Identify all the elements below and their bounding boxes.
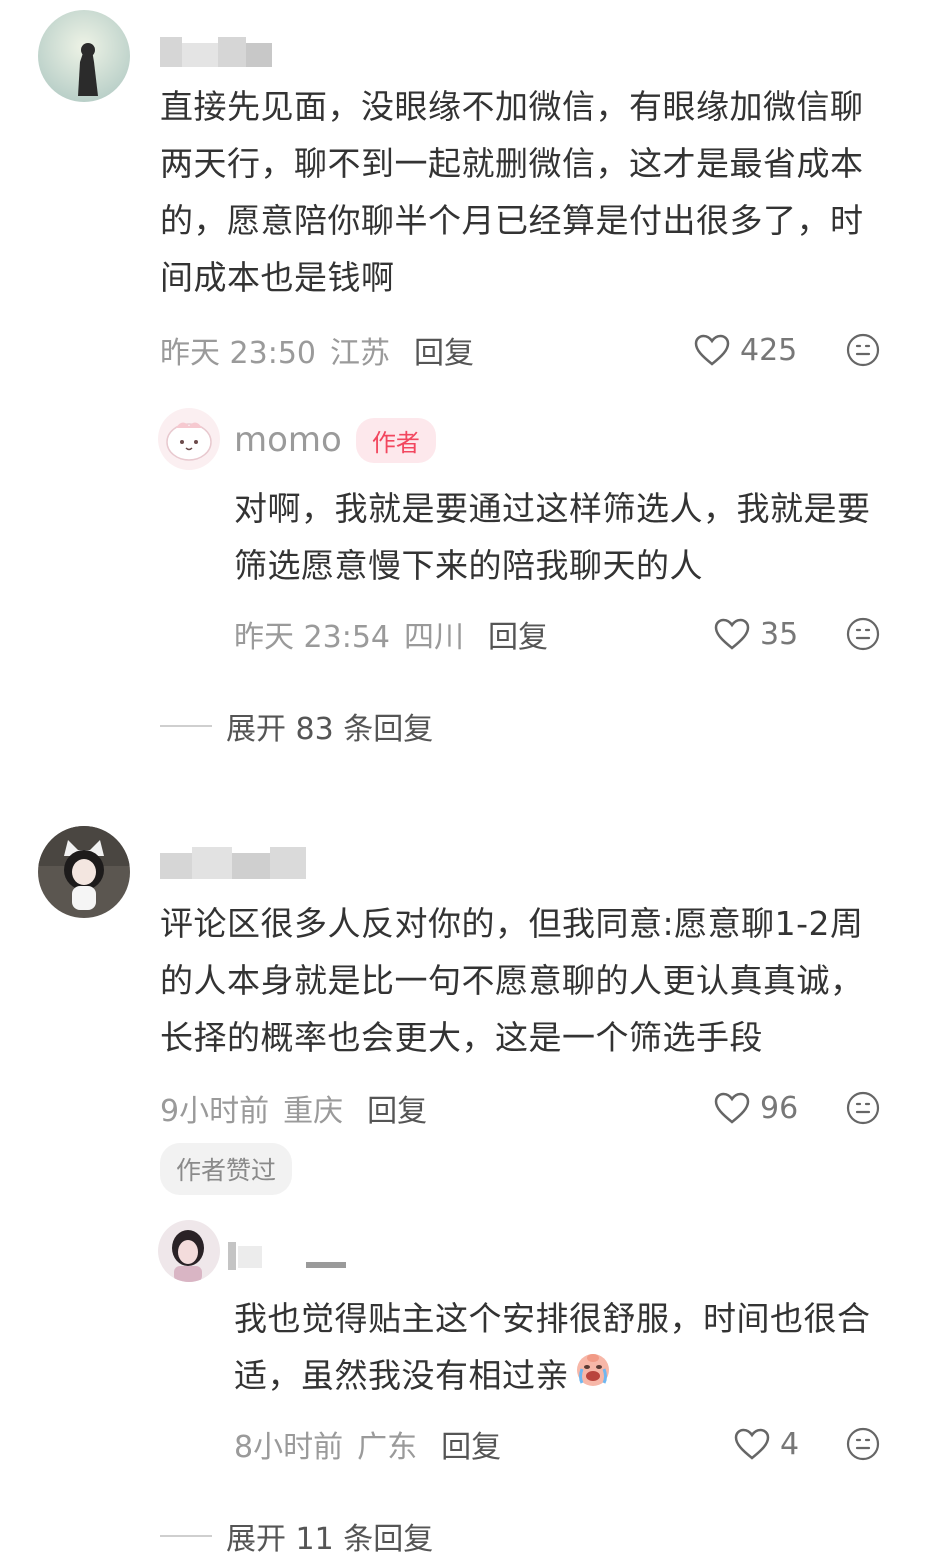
reply-1-emoji-button[interactable] <box>846 617 880 651</box>
comment-1-emoji-button[interactable] <box>846 333 880 367</box>
reply-2-reply-button[interactable]: 回复 <box>441 1422 501 1466</box>
comment-2-reply-button[interactable]: 回复 <box>367 1086 427 1130</box>
comment-2-emoji-button[interactable] <box>846 1091 880 1125</box>
comment-1-location: 江苏 <box>330 336 390 371</box>
comment-2-like-button[interactable]: 96 <box>714 1088 798 1128</box>
reply-1-text: 对啊，我就是要通过这样筛选人，我就是要筛选愿意慢下来的陪我聊天的人 <box>234 489 871 585</box>
comment-2-text: 评论区很多人反对你的，但我同意:愿意聊1-2周的人本身就是比一句不愿意聊的人更认… <box>160 904 864 1057</box>
emoji-face-icon <box>846 1091 880 1125</box>
author-badge: 作者 <box>355 417 436 463</box>
expand-replies-2-label: 展开 11 条回复 <box>226 1522 434 1557</box>
reply-2-like-count: 4 <box>780 1426 800 1462</box>
avatar-replier-2[interactable] <box>158 1220 220 1282</box>
expand-divider-line <box>160 1535 212 1537</box>
expand-divider-line <box>160 725 212 727</box>
comment-1-like-count: 425 <box>740 332 798 368</box>
comment-2-time: 9小时前 <box>160 1094 270 1129</box>
reply-2-text: 我也觉得贴主这个安排很舒服，时间也很合适，虽然我没有相过亲 <box>234 1290 894 1406</box>
heart-outline-icon <box>694 334 730 366</box>
avatar-commenter-2[interactable] <box>38 826 130 918</box>
expand-replies-1[interactable]: 展开 83 条回复 <box>160 704 433 748</box>
reply-1-meta: 昨天 23:54 四川 回复 <box>234 612 548 656</box>
heart-outline-icon <box>714 618 750 650</box>
reply-1-header: momo 作者 <box>234 417 436 463</box>
crying-face-emoji <box>573 1349 613 1406</box>
reply-1-like-button[interactable]: 35 <box>714 614 798 654</box>
comment-2-meta: 9小时前 重庆 回复 <box>160 1086 427 1130</box>
comment-2-location: 重庆 <box>283 1094 344 1129</box>
heart-outline-icon <box>714 1092 750 1124</box>
heart-outline-icon <box>734 1428 770 1460</box>
avatar-author-momo[interactable] <box>158 408 220 470</box>
emoji-face-icon <box>846 1427 880 1461</box>
cute-avatar-image <box>158 408 220 470</box>
reply-2-meta: 8小时前 广东 回复 <box>234 1422 501 1466</box>
reply-2-emoji-button[interactable] <box>846 1427 880 1461</box>
reply-1-location: 四川 <box>404 620 464 655</box>
commenter-1-name-masked <box>160 33 272 73</box>
comment-1-reply-button[interactable]: 回复 <box>414 328 474 372</box>
reply-2-like-button[interactable]: 4 <box>734 1424 799 1464</box>
comment-1-like-button[interactable]: 425 <box>694 330 797 370</box>
girl-photo-avatar-image <box>158 1220 220 1282</box>
comment-1-time: 昨天 23:50 <box>160 336 316 371</box>
reply-1-time: 昨天 23:54 <box>234 620 390 655</box>
reply-2-location: 广东 <box>357 1430 418 1465</box>
comment-1-meta: 昨天 23:50 江苏 回复 <box>160 328 474 372</box>
avatar-commenter-1[interactable] <box>38 10 130 102</box>
commenter-2-name-masked <box>160 845 306 885</box>
emoji-face-icon <box>846 333 880 367</box>
comment-1-text: 直接先见面，没眼缘不加微信，有眼缘加微信聊两天行，聊不到一起就删微信，这才是最省… <box>160 87 864 297</box>
comment-2-like-count: 96 <box>760 1090 799 1126</box>
reply-1-like-count: 35 <box>760 616 799 652</box>
reply-1-username[interactable]: momo <box>234 420 342 460</box>
cat-avatar-image <box>38 10 130 102</box>
expand-replies-2[interactable]: 展开 11 条回复 <box>160 1514 433 1558</box>
replier-2-name-masked <box>228 1238 348 1278</box>
reply-1-reply-button[interactable]: 回复 <box>488 612 548 656</box>
author-liked-tag: 作者赞过 <box>160 1143 293 1195</box>
reply-2-time: 8小时前 <box>234 1430 344 1465</box>
reply-2-text-content: 我也觉得贴主这个安排很舒服，时间也很合适，虽然我没有相过亲 <box>234 1299 871 1395</box>
expand-replies-1-label: 展开 83 条回复 <box>226 712 434 747</box>
emoji-face-icon <box>846 617 880 651</box>
girl-avatar-image <box>38 826 130 918</box>
